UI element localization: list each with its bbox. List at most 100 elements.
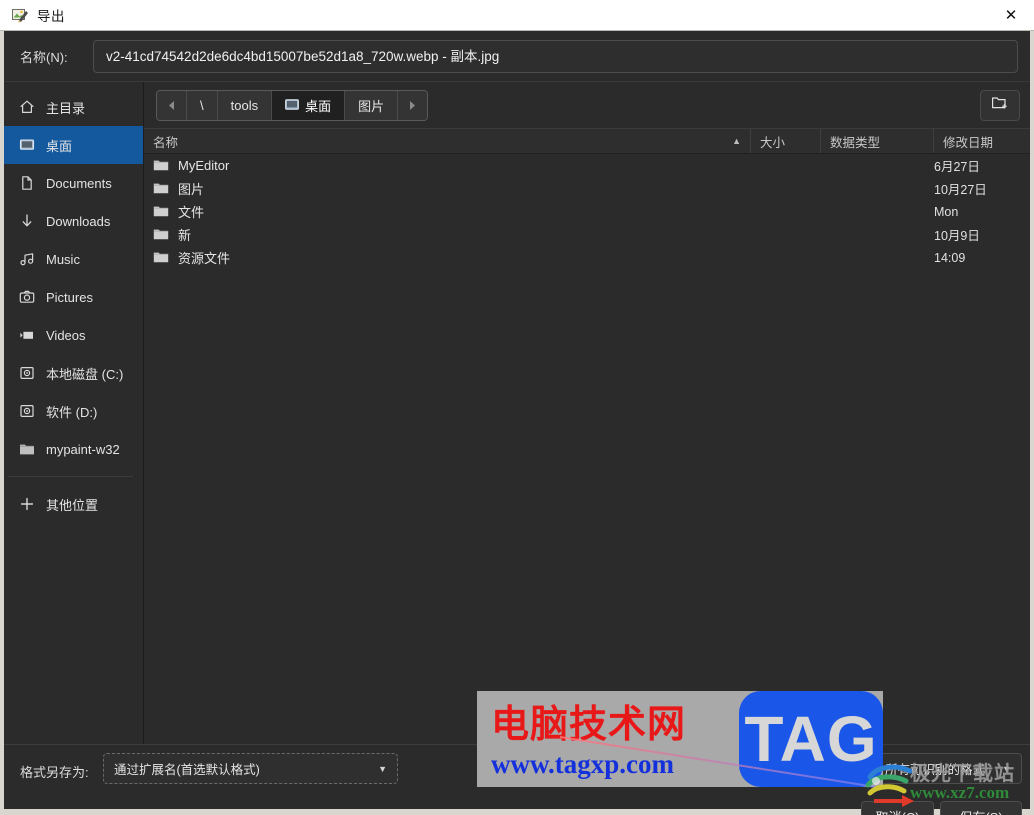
filename-row: 名称(N): v2-41cd74542d2de6dc4bd15007be52d1… <box>4 31 1030 81</box>
table-row[interactable]: 资源文件 14:09 <box>144 246 1030 269</box>
row-name-label: 资源文件 <box>178 251 231 266</box>
export-image-icon <box>11 6 29 24</box>
table-row[interactable]: 文件 Mon <box>144 200 1030 223</box>
sidebar-item-other-locations[interactable]: 其他位置 <box>4 485 143 523</box>
watermark-tagxp-url: www.tagxp.com <box>491 749 674 779</box>
music-icon <box>18 250 36 268</box>
breadcrumb-pictures[interactable]: 图片 <box>345 90 399 120</box>
folder-icon <box>153 205 169 218</box>
folder-icon <box>153 182 169 195</box>
desktop-icon <box>18 136 36 154</box>
row-date-cell: Mon <box>934 204 959 219</box>
table-row[interactable]: 图片 10月27日 <box>144 177 1030 200</box>
sidebar-item-local-disk-d[interactable]: 软件 (D:) <box>4 392 143 430</box>
desktop-icon <box>285 98 299 112</box>
path-bar: \ tools 桌面 图片 <box>144 82 1030 128</box>
drive-icon <box>18 402 36 420</box>
document-icon <box>18 174 36 192</box>
sidebar-item-downloads[interactable]: Downloads <box>4 202 143 240</box>
table-row[interactable]: MyEditor 6月27日 <box>144 154 1030 177</box>
window-title: 导出 <box>37 9 65 24</box>
row-date-cell: 6月27日 <box>934 160 980 174</box>
breadcrumb-desktop[interactable]: 桌面 <box>272 90 346 120</box>
breadcrumb-label: 图片 <box>358 98 385 114</box>
breadcrumb-tools[interactable]: tools <box>217 90 273 120</box>
breadcrumb-root[interactable]: \ <box>187 90 218 120</box>
file-list-header: 名称 ▲ 大小 数据类型 修改日期 <box>144 128 1030 154</box>
row-name-cell: MyEditor <box>144 158 751 173</box>
file-browser-pane: \ tools 桌面 图片 名称 ▲ 大小 数据类型 修改日期 MyEditor… <box>144 82 1030 744</box>
sidebar-divider <box>8 476 133 477</box>
home-icon <box>18 98 36 116</box>
sidebar-item-documents[interactable]: Documents <box>4 164 143 202</box>
folder-icon <box>18 440 36 458</box>
file-filter-value: 所有可识别的格式 <box>885 763 986 777</box>
sidebar-item-pictures[interactable]: Pictures <box>4 278 143 316</box>
file-filter-select[interactable]: 所有可识别的格式 ▼ <box>874 753 1022 784</box>
folder-icon <box>153 251 169 264</box>
watermark-tagxp-cn: 电脑技术网 <box>491 702 687 746</box>
sidebar-item-label: Videos <box>46 327 86 343</box>
sidebar-item-videos[interactable]: Videos <box>4 316 143 354</box>
format-label: 格式另存为: <box>20 765 89 780</box>
sidebar-item-desktop[interactable]: 桌面 <box>4 126 143 164</box>
file-list[interactable]: MyEditor 6月27日 图片 10月27日 文件 Mon 新 10月9日 … <box>144 154 1030 269</box>
folder-icon <box>153 228 169 241</box>
title-bar: 导出 ✕ <box>0 0 1034 31</box>
chevron-down-icon: ▼ <box>1002 763 1011 774</box>
breadcrumb-label: \ <box>200 97 204 113</box>
row-name-label: 图片 <box>178 182 205 197</box>
sidebar-item-label: 桌面 <box>46 138 73 154</box>
breadcrumb: \ tools 桌面 图片 <box>156 89 429 121</box>
chevron-right-icon[interactable] <box>398 90 428 120</box>
new-folder-icon <box>991 95 1009 116</box>
sidebar-item-mypaint-w32[interactable]: mypaint-w32 <box>4 430 143 468</box>
filename-input[interactable]: v2-41cd74542d2de6dc4bd15007be52d1a8_720w… <box>93 39 1018 73</box>
sidebar-item-label: 软件 (D:) <box>46 404 98 420</box>
watermark-tagxp-text: 电脑技术网 www.tagxp.com <box>477 691 739 787</box>
watermark-tagxp-badge: TAG <box>739 691 883 787</box>
plus-icon <box>18 495 36 513</box>
watermark-tagxp: 电脑技术网 www.tagxp.com TAG <box>477 691 883 787</box>
sidebar-item-label: Documents <box>46 175 112 191</box>
chevron-down-icon: ▼ <box>378 763 387 774</box>
sidebar-item-local-disk-c[interactable]: 本地磁盘 (C:) <box>4 354 143 392</box>
row-name-cell: 文件 <box>144 202 751 221</box>
folder-icon <box>153 159 169 172</box>
export-dialog-window: 导出 ✕ 名称(N): v2-41cd74542d2de6dc4bd15007b… <box>0 0 1034 815</box>
format-select-value: 通过扩展名(首选默认格式) <box>114 763 260 777</box>
column-label: 名称 <box>153 135 179 150</box>
filename-label: 名称(N): <box>20 49 68 65</box>
column-header-name[interactable]: 名称 ▲ <box>144 129 751 153</box>
row-date-cell: 14:09 <box>934 250 966 265</box>
table-row[interactable]: 新 10月9日 <box>144 223 1030 246</box>
sidebar-item-label: 本地磁盘 (C:) <box>46 366 124 382</box>
places-sidebar: 主目录 桌面 Documents Downloads Music Picture… <box>4 82 144 744</box>
main-area: 主目录 桌面 Documents Downloads Music Picture… <box>4 81 1030 744</box>
breadcrumb-label: tools <box>230 97 259 113</box>
sidebar-item-home[interactable]: 主目录 <box>4 88 143 126</box>
column-label: 数据类型 <box>830 135 881 150</box>
camera-icon <box>18 288 36 306</box>
cancel-button[interactable]: 取消(C) <box>861 801 934 815</box>
row-name-cell: 新 <box>144 225 751 244</box>
row-name-cell: 图片 <box>144 179 751 198</box>
sidebar-item-music[interactable]: Music <box>4 240 143 278</box>
sidebar-item-label: 主目录 <box>46 100 86 116</box>
column-header-date[interactable]: 修改日期 <box>934 129 1030 153</box>
sidebar-item-label: Downloads <box>46 213 111 229</box>
column-header-type[interactable]: 数据类型 <box>821 129 934 153</box>
sidebar-item-label: mypaint-w32 <box>46 441 120 457</box>
new-folder-button[interactable] <box>980 89 1020 121</box>
download-icon <box>18 212 36 230</box>
sidebar-item-label: Pictures <box>46 289 93 305</box>
format-select[interactable]: 通过扩展名(首选默认格式) ▼ <box>103 753 398 784</box>
save-button[interactable]: 保存(S) <box>940 801 1022 815</box>
drive-icon <box>18 364 36 382</box>
row-name-label: MyEditor <box>178 158 230 173</box>
close-icon[interactable]: ✕ <box>988 0 1034 30</box>
chevron-left-icon[interactable] <box>157 90 187 120</box>
row-name-label: 新 <box>178 228 192 243</box>
column-label: 大小 <box>760 135 786 150</box>
column-header-size[interactable]: 大小 <box>751 129 821 153</box>
